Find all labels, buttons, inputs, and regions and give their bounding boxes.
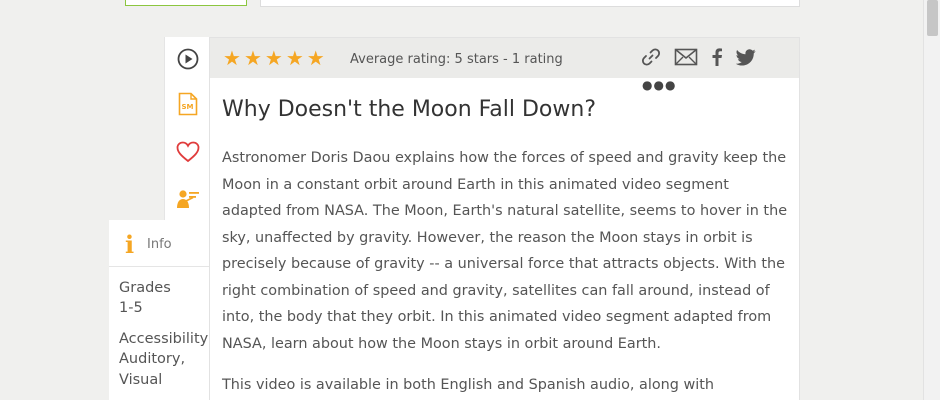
resource-description-more: This video is available in both English …	[222, 377, 715, 393]
resource-card: ★ ★ ★ ★ ★ Average rating: 5 stars - 1 ra…	[209, 37, 800, 400]
teacher-icon	[176, 188, 200, 214]
rating-bar: ★ ★ ★ ★ ★ Average rating: 5 stars - 1 ra…	[210, 38, 799, 78]
sm-document-icon: SM	[178, 92, 198, 120]
top-green-button[interactable]	[125, 0, 247, 6]
info-icon: i	[125, 230, 135, 259]
twitter-icon	[735, 48, 756, 70]
email-share-button[interactable]	[674, 48, 698, 70]
support-materials-button[interactable]: SM	[165, 91, 210, 121]
play-button[interactable]	[165, 46, 210, 76]
accessibility-value-visual: Visual	[119, 372, 163, 388]
facebook-icon	[711, 48, 723, 70]
vertical-scrollbar[interactable]	[923, 0, 940, 400]
svg-text:SM: SM	[181, 103, 193, 111]
facebook-share-button[interactable]	[705, 48, 729, 70]
copy-link-button[interactable]	[639, 48, 663, 70]
star-icon[interactable]: ★	[286, 48, 304, 68]
twitter-share-button[interactable]	[734, 48, 758, 70]
play-icon	[177, 48, 199, 74]
star-rating[interactable]: ★ ★ ★ ★ ★	[223, 48, 325, 68]
resource-action-rail: SM	[164, 37, 210, 220]
more-icon: ●●●	[642, 78, 677, 92]
assign-to-students-button[interactable]	[165, 186, 210, 216]
average-rating-text: Average rating: 5 stars - 1 rating	[350, 52, 563, 67]
favorite-button[interactable]	[165, 139, 210, 169]
grades-value: 1-5	[119, 300, 143, 316]
star-icon[interactable]: ★	[265, 48, 283, 68]
heart-icon	[176, 141, 200, 167]
link-icon	[641, 47, 661, 71]
scrollbar-thumb[interactable]	[927, 0, 938, 36]
grades-label: Grades	[119, 280, 171, 296]
info-tab[interactable]: i Info	[109, 220, 210, 267]
star-icon[interactable]: ★	[307, 48, 325, 68]
accessibility-label: Accessibility	[119, 331, 209, 347]
top-search-field[interactable]	[260, 0, 800, 7]
email-icon	[674, 48, 698, 70]
more-options-button[interactable]: ●●●	[642, 78, 677, 92]
resource-description: Astronomer Doris Daou explains how the f…	[222, 150, 788, 352]
accessibility-value-auditory: Auditory,	[119, 351, 186, 367]
star-icon[interactable]: ★	[223, 48, 241, 68]
info-panel: i Info Grades 1-5 Accessibility Auditory…	[109, 220, 210, 400]
resource-title: Why Doesn't the Moon Fall Down?	[222, 97, 596, 122]
star-icon[interactable]: ★	[244, 48, 262, 68]
info-tab-label: Info	[147, 237, 172, 252]
